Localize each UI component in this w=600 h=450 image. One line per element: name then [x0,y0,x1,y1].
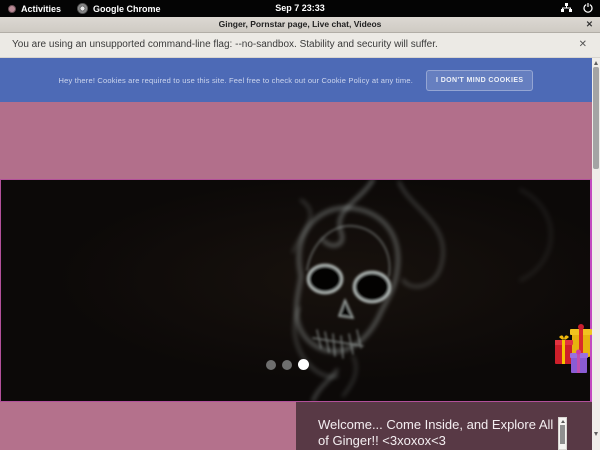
welcome-line-1: Welcome... Come Inside, and Explore All [318,417,553,433]
welcome-scroll-thumb[interactable] [560,425,565,444]
welcome-line-2: of Ginger!! <3xoxox<3 [318,433,553,449]
cookie-message: Hey there! Cookies are required to use t… [59,76,414,85]
site-header: GinGer's Red Hot CamZ LOGIN [0,102,592,179]
clock[interactable]: Sep 7 23:33 [0,0,600,17]
scrollbar-up-icon[interactable] [594,61,598,65]
power-icon[interactable] [583,3,593,15]
carousel-dots [266,359,309,370]
scroll-up-icon[interactable] [561,420,565,423]
window-title: Ginger, Pornstar page, Live chat, Videos [0,17,600,32]
gifts-graphic[interactable] [555,323,593,382]
system-top-bar: Activities Google Chrome Sep 7 23:33 [0,0,600,17]
screen: Activities Google Chrome Sep 7 23:33 [0,0,600,450]
carousel-dot-1[interactable] [266,360,276,370]
welcome-box-scrollbar[interactable] [558,417,567,450]
network-icon[interactable] [561,3,572,15]
chrome-infobar: You are using an unsupported command-lin… [0,33,600,58]
infobar-close-button[interactable]: ✕ [579,33,587,57]
welcome-box: Welcome... Come Inside, and Explore All … [296,402,592,450]
scrollbar-thumb[interactable] [593,67,599,169]
carousel-dot-3[interactable] [298,359,309,370]
cookie-accept-button[interactable]: I DON'T MIND COOKIES [426,70,533,91]
window-close-button[interactable]: ✕ [586,17,593,32]
bottom-section: Welcome... Come Inside, and Explore All … [0,402,592,450]
window-title-bar: Ginger, Pornstar page, Live chat, Videos… [0,17,600,33]
scrollbar-down-icon[interactable] [594,432,598,436]
page-scrollbar[interactable] [592,58,600,450]
infobar-message: You are using an unsupported command-lin… [12,33,438,57]
welcome-text: Welcome... Come Inside, and Explore All … [318,417,553,449]
carousel-dot-2[interactable] [282,360,292,370]
cookie-banner: Hey there! Cookies are required to use t… [0,58,592,102]
